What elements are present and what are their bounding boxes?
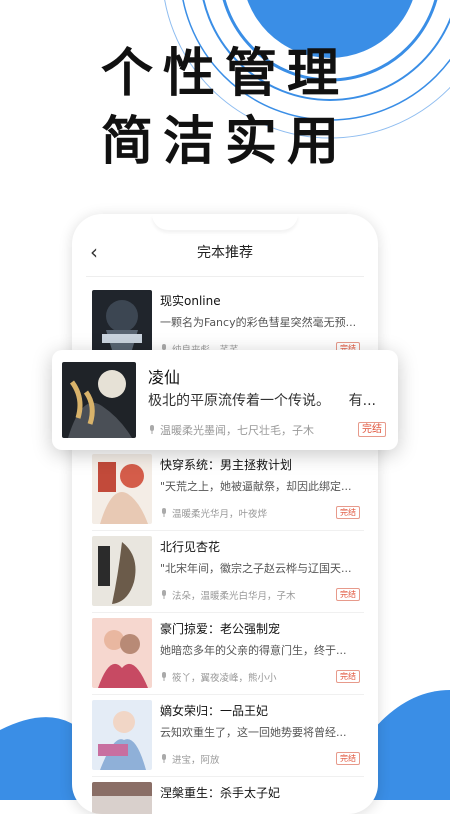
book-cover (92, 454, 152, 524)
book-narrators: 进宝，阿放 (160, 752, 220, 766)
microphone-icon (162, 508, 166, 517)
book-desc: 极北的平原流传着一个传说。 (148, 393, 330, 409)
book-item[interactable]: 快穿系统：男主拯救计划 "天荒之上，她被逼献祭，却因此绑定... 温暖柔光华月，… (92, 454, 368, 526)
microphone-icon (162, 672, 166, 681)
book-narrators: 筱丫，翼夜凌峰，熊小小 (160, 670, 277, 684)
narrators-text: 进宝，阿放 (172, 755, 220, 766)
book-cover (92, 700, 152, 770)
book-title: 快穿系统：男主拯救计划 (160, 458, 293, 472)
headline-line1: 个性管理 (100, 44, 349, 104)
book-title: 北行见杏花 (160, 540, 221, 554)
phone-frame: ‹ 完本推荐 现实online 一颗名为Fancy的彩色彗星突然毫无预... 纯… (72, 214, 378, 814)
book-title: 涅槃重生：杀手太子妃 (160, 786, 281, 800)
book-narrators: 温暖柔光墨闻，七尺壮毛，子木 (148, 422, 314, 438)
phone-notch (152, 214, 298, 230)
book-desc: "天荒之上，她被逼献祭，却因此绑定... (160, 480, 352, 493)
book-desc: "北宋年间，徽宗之子赵云桦与辽国天... (160, 562, 352, 575)
book-desc: 一颗名为Fancy的彩色彗星突然毫无预... (160, 316, 357, 329)
divider (92, 776, 364, 777)
book-item[interactable]: 北行见杏花 "北宋年间，徽宗之子赵云桦与辽国天... 法朵，温暖柔光白华月，子木… (92, 536, 368, 608)
narrators-text: 温暖柔光华月，叶夜烨 (172, 509, 268, 520)
book-item[interactable]: 涅槃重生：杀手太子妃 (92, 782, 368, 814)
book-cover (92, 536, 152, 606)
book-narrators: 温暖柔光华月，叶夜烨 (160, 506, 267, 520)
narrators-text: 筱丫，翼夜凌峰，熊小小 (172, 673, 277, 684)
divider (92, 694, 364, 695)
divider (92, 530, 364, 531)
book-desc: 她暗恋多年的父亲的得意门生，终于... (160, 644, 347, 657)
book-item[interactable]: 嫡女荣归：一品王妃 云知欢重生了，这一回她势要将曾经... 进宝，阿放 完结 (92, 700, 368, 772)
status-badge: 完结 (358, 422, 386, 437)
nav-title: 完本推荐 (197, 245, 253, 261)
book-cover (92, 782, 152, 814)
status-badge: 完结 (336, 506, 360, 519)
narrators-text: 法朵，温暖柔光白华月，子木 (172, 591, 296, 602)
book-title: 凌仙 (148, 368, 181, 387)
book-desc-tail: 有... (348, 393, 376, 409)
microphone-icon (162, 754, 166, 763)
book-cover (62, 362, 136, 438)
book-title: 嫡女荣归：一品王妃 (160, 704, 269, 718)
book-desc: 云知欢重生了，这一回她势要将曾经... (160, 726, 347, 739)
headline-line2: 简洁实用 (100, 112, 349, 172)
divider (92, 612, 364, 613)
status-badge: 完结 (336, 588, 360, 601)
microphone-icon (162, 590, 166, 599)
book-item[interactable]: 豪门掠爱：老公强制宠 她暗恋多年的父亲的得意门生，终于... 筱丫，翼夜凌峰，熊… (92, 618, 368, 690)
status-badge: 完结 (336, 670, 360, 683)
nav-divider (86, 276, 364, 277)
narrators-text: 温暖柔光墨闻，七尺壮毛，子木 (160, 424, 314, 437)
microphone-icon (150, 425, 154, 434)
status-badge: 完结 (336, 752, 360, 765)
book-title: 现实online (160, 294, 221, 308)
book-title: 豪门掠爱：老公强制宠 (160, 622, 281, 636)
book-cover (92, 618, 152, 688)
featured-book-card[interactable]: 凌仙 极北的平原流传着一个传说。 有... 温暖柔光墨闻，七尺壮毛，子木 完结 (52, 350, 398, 450)
book-narrators: 法朵，温暖柔光白华月，子木 (160, 588, 296, 602)
